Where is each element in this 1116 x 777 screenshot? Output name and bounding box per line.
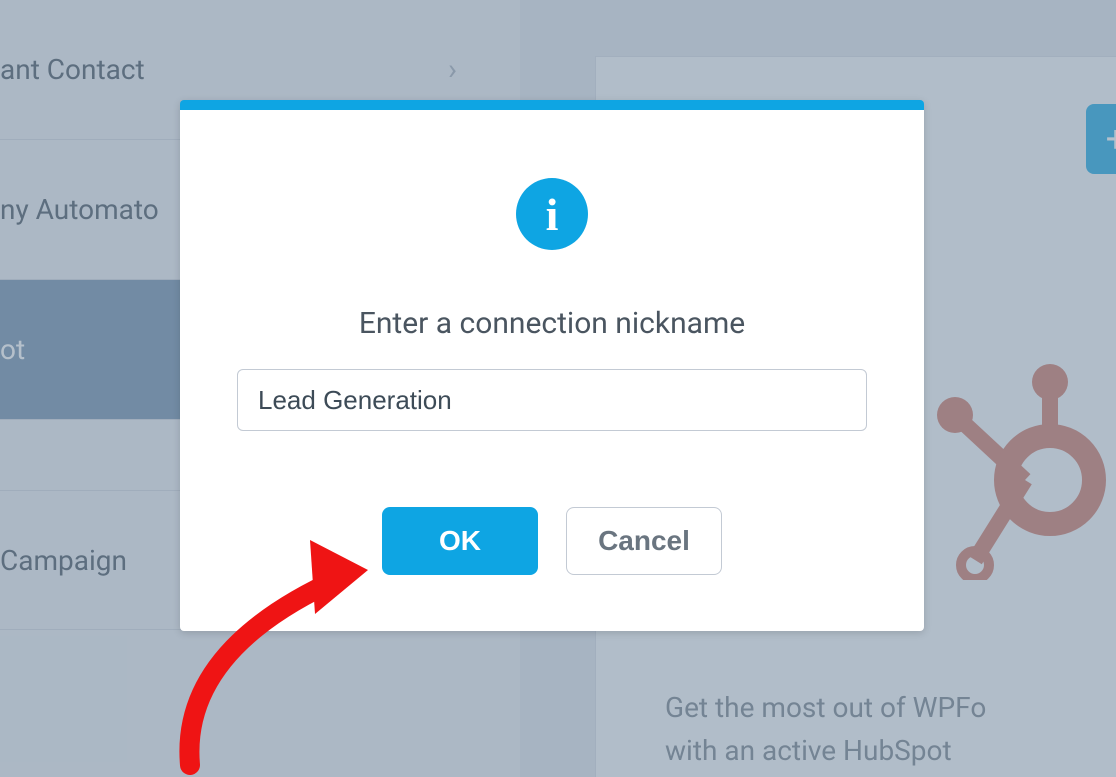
modal-title: Enter a connection nickname bbox=[359, 306, 745, 341]
cancel-button[interactable]: Cancel bbox=[566, 507, 722, 575]
info-icon: i bbox=[516, 178, 588, 250]
connection-nickname-modal: i Enter a connection nickname OK Cancel bbox=[180, 100, 924, 631]
modal-actions: OK Cancel bbox=[382, 507, 722, 575]
nickname-input[interactable] bbox=[237, 369, 867, 431]
ok-button[interactable]: OK bbox=[382, 507, 538, 575]
